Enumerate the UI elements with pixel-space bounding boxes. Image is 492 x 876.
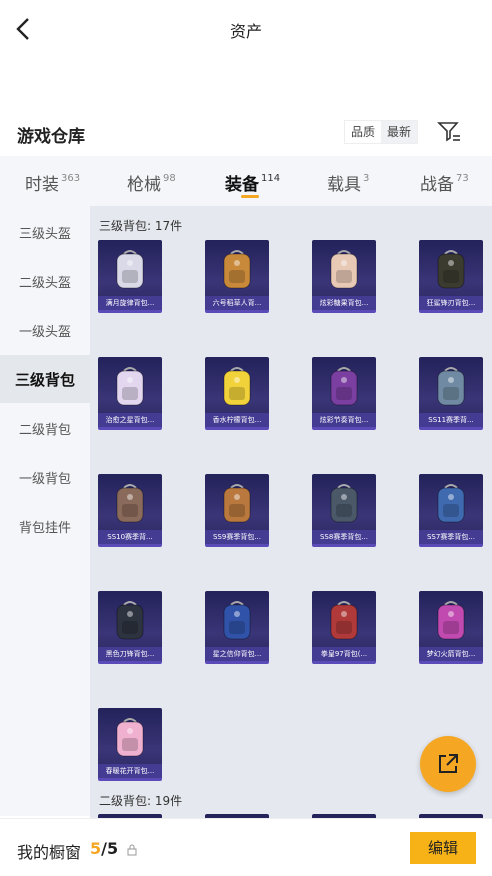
backpack-icon [437,484,465,523]
item-card[interactable]: 拳皇97背包(... [312,591,376,664]
edit-button[interactable]: 编辑 [410,832,476,864]
item-card[interactable]: 梦幻火箭背包... [419,591,483,664]
tab-label: 载具 [327,175,361,195]
category-tabs: 时装 363 枪械 98 装备 114 载具 3 战备 73 [0,156,492,206]
item-card[interactable]: SS11赛季背... [419,357,483,430]
sort-newest-option[interactable]: 最新 [381,121,418,143]
sidebar: 三级头盔 二级头盔 一级头盔 三级背包 二级背包 一级背包 背包挂件 [0,206,90,816]
item-grid: 三级背包: 17件 二级背包: 19件 满月旋律背包... 六号稻草人背... 炫彩… [90,206,492,818]
sort-quality-option[interactable]: 品质 [345,121,382,143]
tab-label: 枪械 [127,175,161,195]
item-card[interactable]: 六号稻草人背... [205,240,269,313]
item-name: 梦幻火箭背包... [419,647,483,661]
item-card[interactable]: 狂鲨锋刃背包... [419,240,483,313]
sort-toggle: 品质 最新 [344,120,419,144]
tab-supplies[interactable]: 战备 73 [420,170,469,195]
tab-vehicles[interactable]: 载具 3 [327,170,369,195]
item-card[interactable]: SS10赛季背... [98,474,162,547]
tab-count: 114 [261,173,281,185]
backpack-icon [223,484,251,523]
backpack-icon [116,250,144,289]
item-card[interactable]: 炫彩节奏背包... [312,357,376,430]
tab-count: 363 [61,173,81,185]
item-card[interactable]: SS9赛季背包... [205,474,269,547]
wardrobe-count-current: 5 [90,839,102,858]
item-card[interactable]: 星之信仰背包... [205,591,269,664]
tab-weapons[interactable]: 枪械 98 [127,170,176,195]
item-name: 黑色刀锋背包... [98,647,162,661]
sidebar-item-backpack-2[interactable]: 二级背包 [0,404,90,452]
backpack-icon [437,601,465,640]
item-name: 拳皇97背包(... [312,647,376,661]
item-name: SS10赛季背... [98,530,162,544]
item-card[interactable]: 春暖花开背包... [98,708,162,781]
wardrobe-count: 5/5 [90,839,118,858]
bottom-bar: 我的橱窗 5/5 编辑 [0,818,492,876]
filter-icon[interactable] [436,118,462,144]
share-button[interactable] [420,736,476,792]
item-card[interactable]: 治愈之星背包... [98,357,162,430]
item-name: 香水柠檬背包... [205,413,269,427]
tab-label: 战备 [420,175,454,195]
tab-count: 73 [456,173,469,185]
section-title: 游戏仓库 [17,127,85,147]
backpack-icon [330,601,358,640]
tab-equipment[interactable]: 装备 114 [225,170,280,195]
item-name: SS8赛季背包... [312,530,376,544]
item-name: 星之信仰背包... [205,647,269,661]
item-name: 狂鲨锋刃背包... [419,296,483,310]
item-card[interactable]: 炫彩糖果背包... [312,240,376,313]
item-name: 治愈之星背包... [98,413,162,427]
item-card[interactable]: 黑色刀锋背包... [98,591,162,664]
sidebar-item-backpack-charm[interactable]: 背包挂件 [0,502,90,550]
backpack-icon [330,484,358,523]
tab-label: 时装 [25,175,59,195]
tab-count: 3 [363,173,370,185]
tab-count: 98 [163,173,176,185]
lock-icon [127,841,137,856]
backpack-icon [223,367,251,406]
top-bar: 资产 [0,0,492,58]
item-name: 炫彩节奏背包... [312,413,376,427]
item-card[interactable]: 满月旋律背包... [98,240,162,313]
backpack-icon [223,250,251,289]
page-title: 资产 [229,22,262,41]
tab-fashion[interactable]: 时装 363 [25,170,80,195]
item-card[interactable]: SS7赛季背包... [419,474,483,547]
backpack-icon [116,367,144,406]
tab-label: 装备 [225,175,259,195]
sidebar-item-backpack-1[interactable]: 一级背包 [0,453,90,501]
item-name: 满月旋律背包... [98,296,162,310]
sidebar-item-helmet-1[interactable]: 一级头盔 [0,306,90,354]
backpack-icon [116,718,144,757]
backpack-icon [116,484,144,523]
backpack-icon [116,601,144,640]
backpack-icon [223,601,251,640]
section-header: 游戏仓库 品质 最新 [0,112,492,152]
backpack-icon [437,250,465,289]
item-name: SS9赛季背包... [205,530,269,544]
wardrobe-label: 我的橱窗 [17,843,82,862]
share-external-icon [439,754,458,773]
sidebar-item-backpack-3[interactable]: 三级背包 [0,355,90,403]
item-card[interactable]: 香水柠檬背包... [205,357,269,430]
backpack-icon [437,367,465,406]
backpack-icon [330,250,358,289]
backpack-icon [330,367,358,406]
item-name: 炫彩糖果背包... [312,296,376,310]
item-name: SS7赛季背包... [419,530,483,544]
group-label: 二级背包: 19件 [99,794,183,808]
sidebar-item-helmet-2[interactable]: 二级头盔 [0,257,90,305]
sidebar-item-helmet-3[interactable]: 三级头盔 [0,208,90,256]
item-card[interactable]: SS8赛季背包... [312,474,376,547]
group-label: 三级背包: 17件 [99,219,183,233]
item-name: 春暖花开背包... [98,764,162,778]
wardrobe-count-total: /5 [101,839,119,858]
item-name: 六号稻草人背... [205,296,269,310]
active-tab-indicator [241,195,259,198]
item-name: SS11赛季背... [419,413,483,427]
